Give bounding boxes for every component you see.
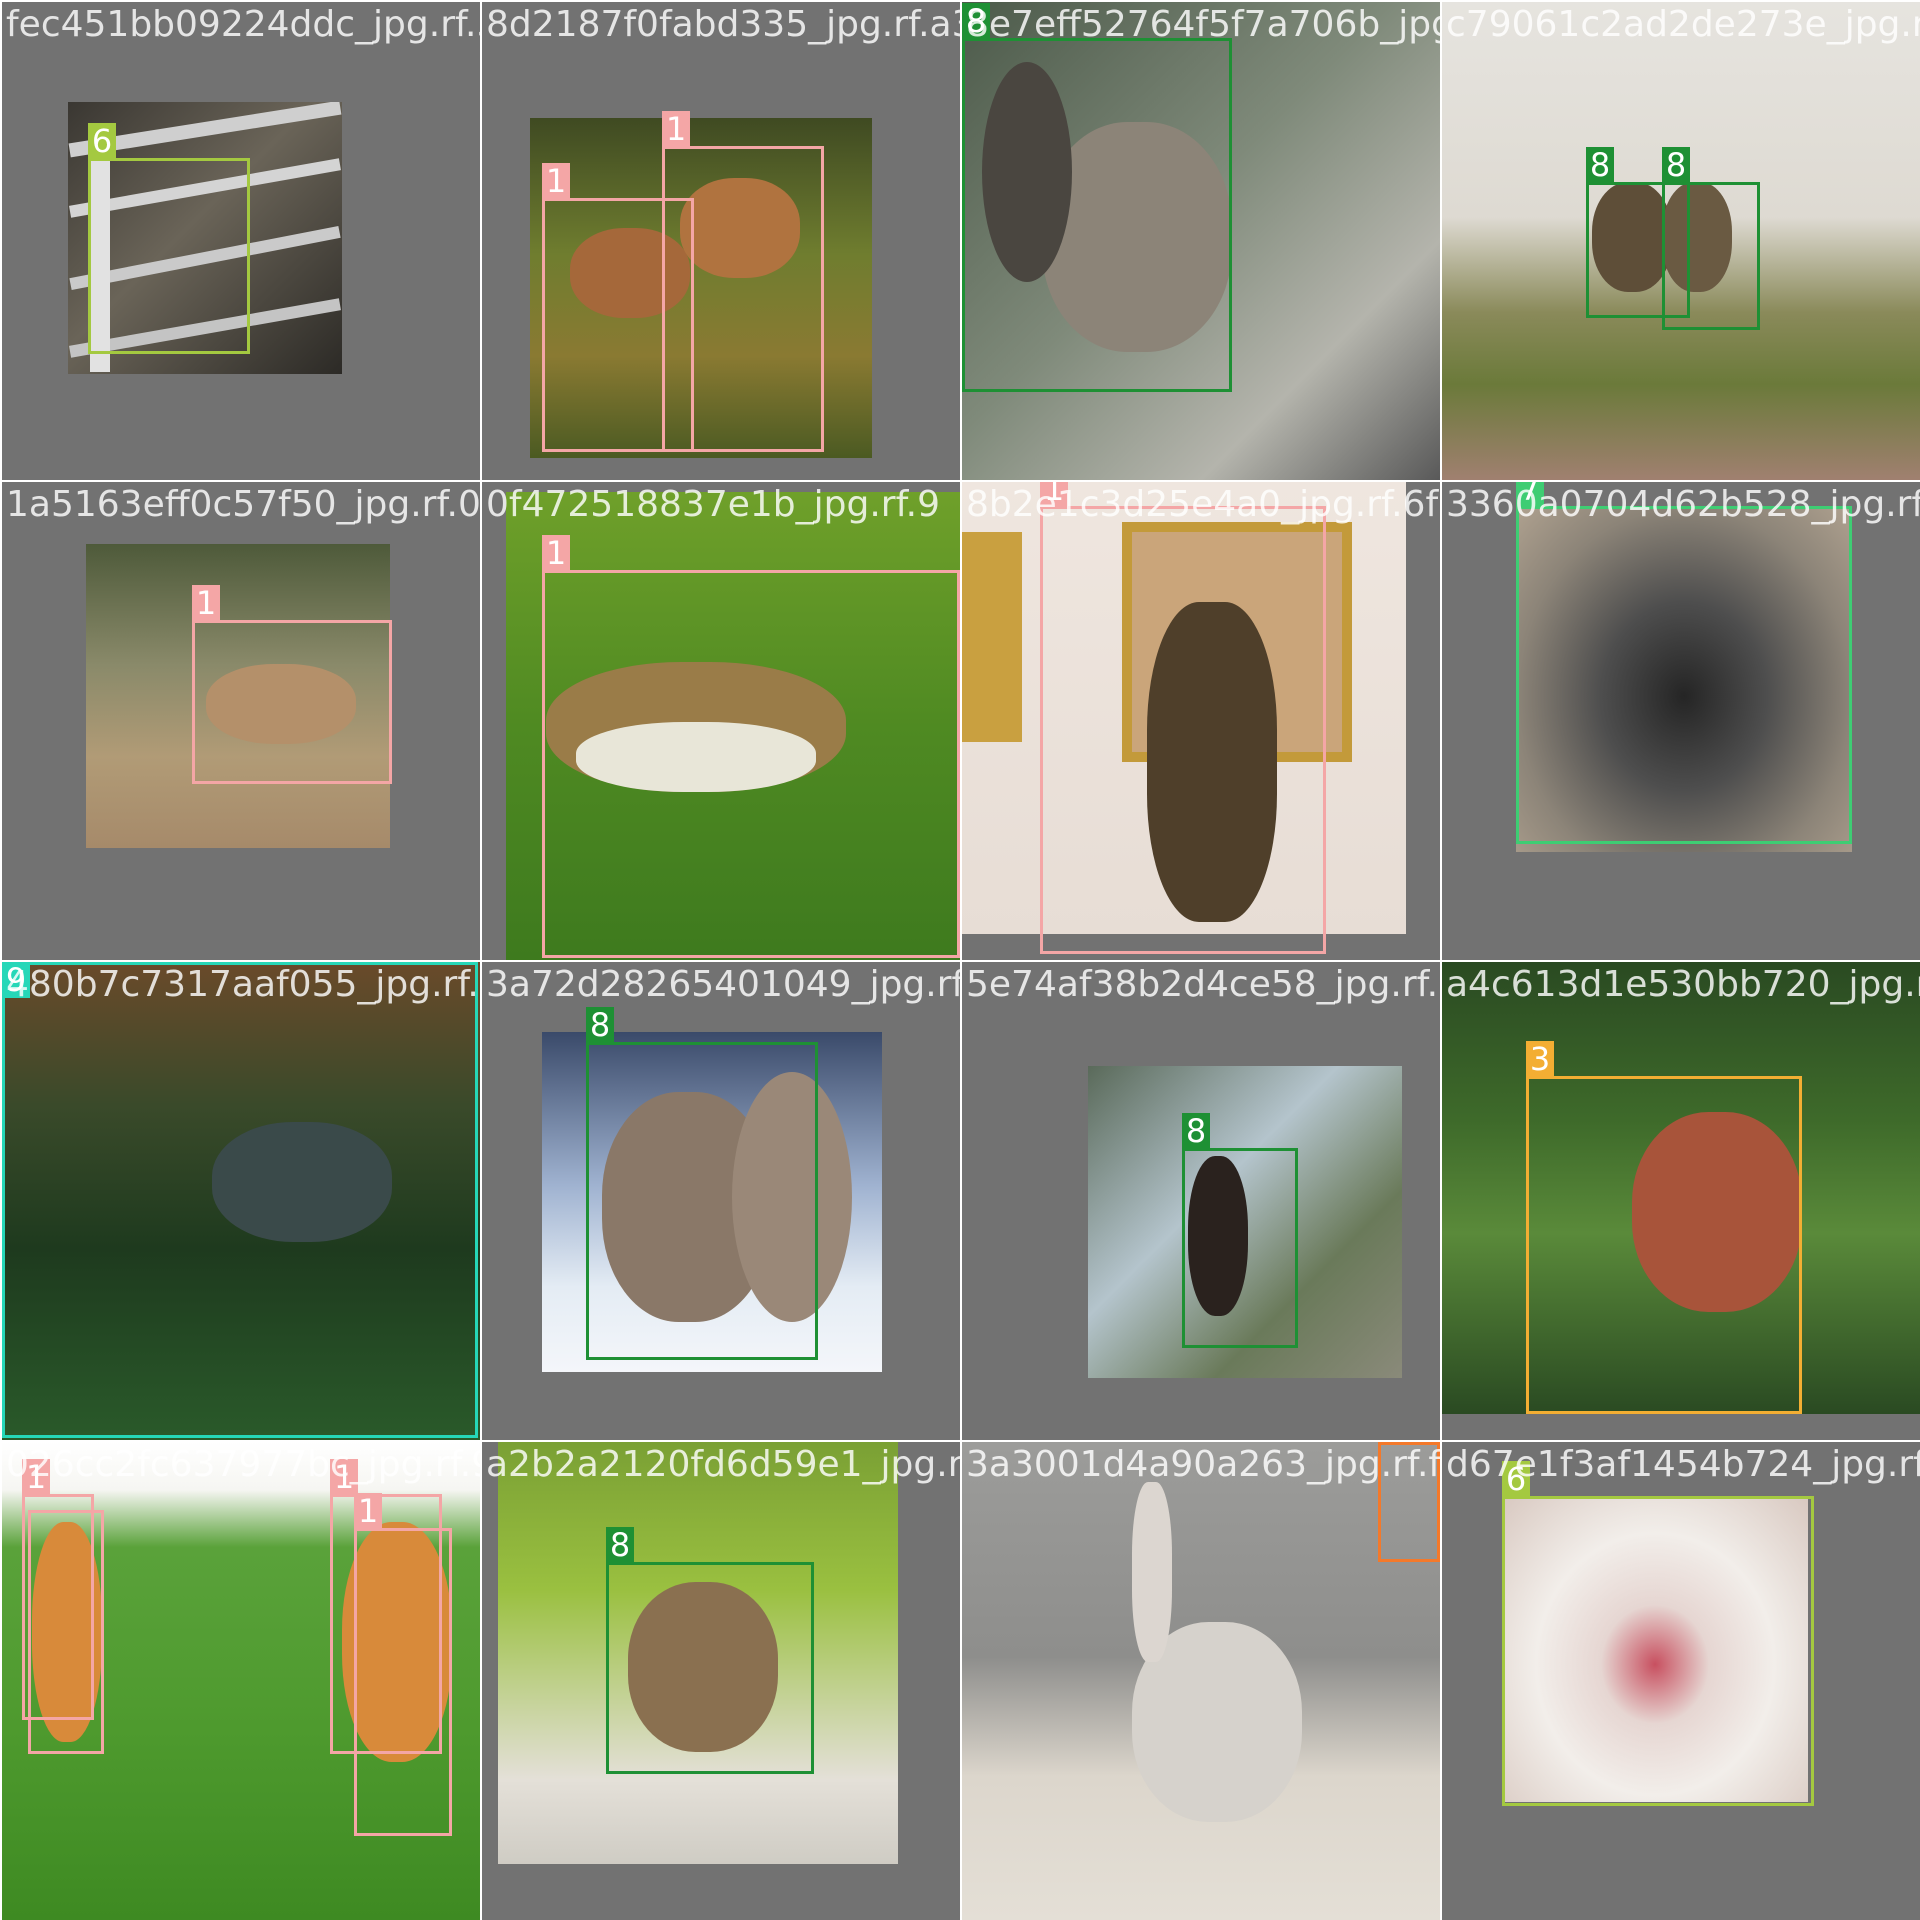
tile-filename: 8d2187f0fabd335_jpg.rf.a3: [486, 4, 960, 45]
tile-filename: 1a5163eff0c57f50_jpg.rf.0bc: [6, 484, 480, 525]
tile-filename: 0f472518837e1b_jpg.rf.9: [486, 484, 940, 525]
tile-filename: d67e1f3af1454b724_jpg.rf.d: [1446, 1444, 1920, 1485]
tile-filename: 480b7c7317aaf055_jpg.rf.31: [6, 964, 480, 1005]
tile-filename: 8b2e1c3d25e4a0_jpg.rf.6f3: [966, 484, 1440, 525]
tile-9: 9 480b7c7317aaf055_jpg.rf.31: [2, 962, 480, 1440]
bbox-class-label: 1: [354, 1493, 382, 1529]
tile-1: 6 fec451bb09224ddc_jpg.rf.3e: [2, 2, 480, 480]
bbox: 3: [1526, 1041, 1802, 1414]
tile-6: 1 0f472518837e1b_jpg.rf.9: [482, 482, 960, 960]
tile-14: 8 a2b2a2120fd6d59e1_jpg.rf.92: [482, 1442, 960, 1920]
bbox-class-label: 8: [1586, 147, 1614, 183]
tile-4: 8 8 c79061c2ad2de273e_jpg.rf.29: [1442, 2, 1920, 480]
bbox-class-label: 8: [1662, 147, 1690, 183]
tile-7: 1 8b2e1c3d25e4a0_jpg.rf.6f3: [962, 482, 1440, 960]
bbox-class-label: 1: [542, 163, 570, 199]
bbox-class-label: 6: [88, 123, 116, 159]
bbox-class-label: 1: [662, 111, 690, 147]
tile-15: 2 3a3001d4a90a263_jpg.rf.f6: [962, 1442, 1440, 1920]
bbox: 1: [354, 1493, 452, 1836]
tile-filename: a4c613d1e530bb720_jpg.rf.5: [1446, 964, 1920, 1005]
bbox-class-label: 1: [192, 585, 220, 621]
tile-11: 8 5e74af38b2d4ce58_jpg.rf.0b: [962, 962, 1440, 1440]
bbox: 1: [1040, 482, 1326, 954]
tile-filename: a2b2a2120fd6d59e1_jpg.rf.92: [486, 1444, 960, 1485]
tile-3: 8 8e7eff52764f5f7a706b_jpg.rf.7a: [962, 2, 1440, 480]
bbox: 8: [962, 3, 1232, 392]
mosaic-grid: 6 fec451bb09224ddc_jpg.rf.3e 1 1 8d2187f…: [0, 0, 1920, 1920]
bbox-class-label: 8: [606, 1527, 634, 1563]
tile-filename: 026cc2fc637977bc_jpg.rf.9d: [6, 1444, 480, 1485]
bbox: 8: [606, 1527, 814, 1774]
bbox: 1: [662, 111, 824, 452]
tile-2: 1 1 8d2187f0fabd335_jpg.rf.a3: [482, 2, 960, 480]
bbox: 1: [192, 585, 392, 784]
tile-filename: 5e74af38b2d4ce58_jpg.rf.0b: [966, 964, 1440, 1005]
bbox-class-label: 3: [1526, 1041, 1554, 1077]
tile-13: 1 1 1 026cc2fc637977bc_jpg.rf.9d: [2, 1442, 480, 1920]
tile-12: 3 a4c613d1e530bb720_jpg.rf.5: [1442, 962, 1920, 1440]
tile-filename: c79061c2ad2de273e_jpg.rf.29: [1446, 4, 1920, 45]
bbox: 1: [542, 535, 960, 958]
bbox-class-label: 1: [542, 535, 570, 571]
bbox: 8: [1662, 147, 1760, 330]
tile-filename: 3a72d28265401049_jpg.rf.3: [486, 964, 960, 1005]
bbox-class-label: 8: [586, 1007, 614, 1043]
bbox: 6: [1502, 1461, 1814, 1806]
tile-10: 8 3a72d28265401049_jpg.rf.3: [482, 962, 960, 1440]
bbox: 7: [1516, 482, 1852, 844]
bbox: 6: [88, 123, 250, 354]
tile-8: 7 3360a0704d62b528_jpg.rf.7: [1442, 482, 1920, 960]
tile-5: 1 1a5163eff0c57f50_jpg.rf.0bc: [2, 482, 480, 960]
bbox-class-label: 8: [1182, 1113, 1210, 1149]
tile-filename: 3360a0704d62b528_jpg.rf.7: [1446, 484, 1920, 525]
tile-16: 6 d67e1f3af1454b724_jpg.rf.d: [1442, 1442, 1920, 1920]
tile-filename: 3a3001d4a90a263_jpg.rf.f6: [966, 1444, 1440, 1485]
tile-filename: fec451bb09224ddc_jpg.rf.3e: [6, 4, 480, 45]
photo: [962, 1442, 1440, 1920]
bbox: 8: [1182, 1113, 1298, 1348]
bbox: [28, 1510, 104, 1754]
tile-filename: 8e7eff52764f5f7a706b_jpg.rf.7a: [966, 4, 1440, 45]
bbox-class-label: 2: [1378, 1442, 1406, 1443]
bbox: 8: [586, 1007, 818, 1360]
bbox: 9: [2, 962, 478, 1438]
